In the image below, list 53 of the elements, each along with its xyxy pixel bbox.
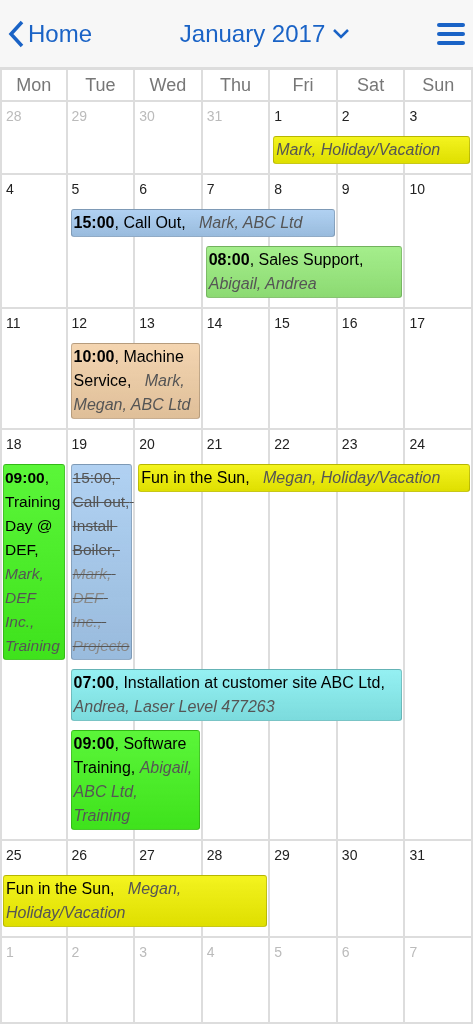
event[interactable]: 09:00, Software Training, Abigail, ABC Ltd, Training (70, 730, 200, 830)
month-selector[interactable]: January 2017 (179, 15, 350, 52)
weekday-header: Thu (202, 70, 271, 100)
day-number[interactable]: 25 (2, 841, 66, 864)
day-number[interactable]: 19 (67, 430, 134, 453)
weekday-header: Fri (270, 70, 338, 100)
day-number[interactable]: 10 (405, 175, 471, 198)
day-number[interactable]: 31 (405, 841, 471, 864)
day-number[interactable]: 14 (202, 309, 269, 332)
event[interactable]: 15:00, Call out, Install Boiler, Mark, DEF Inc., Projecto (70, 464, 133, 660)
event[interactable]: 08:00, Sales Support, Abigail, Andrea (205, 246, 403, 298)
day-number[interactable]: 24 (405, 430, 471, 453)
day-number[interactable]: 27 (135, 841, 201, 864)
day-number[interactable]: 23 (337, 430, 404, 453)
day-number[interactable]: 1 (270, 102, 336, 125)
day-number[interactable]: 8 (270, 175, 336, 198)
day-number[interactable]: 3 (405, 102, 471, 125)
back-button[interactable]: Home (0, 15, 93, 52)
weekday-header: Wed (135, 70, 203, 100)
day-number[interactable]: 12 (67, 309, 134, 332)
day-number[interactable]: 26 (67, 841, 134, 864)
event[interactable]: Mark, Holiday/Vacation (273, 136, 470, 164)
day-number[interactable]: 20 (135, 430, 201, 453)
weekday-header: Mon (0, 70, 68, 100)
day-number[interactable]: 2 (337, 102, 404, 125)
day-number[interactable]: 7 (202, 175, 269, 198)
day-number[interactable]: 28 (202, 841, 269, 864)
event[interactable]: 10:00, Machine Service, Mark, Megan, ABC Ltd (70, 343, 200, 419)
event[interactable]: 09:00, Training Day @ DEF, Mark, DEF Inc., Training (3, 464, 65, 660)
day-number[interactable]: 16 (337, 309, 404, 332)
menu-icon (437, 21, 465, 46)
day-number[interactable]: 9 (337, 175, 404, 198)
day-number[interactable]: 29 (270, 841, 336, 864)
day-number[interactable]: 22 (270, 430, 336, 453)
weekday-header: Tue (67, 70, 136, 100)
weekday-header: Sun (405, 70, 473, 100)
day-number[interactable]: 11 (2, 309, 66, 332)
event[interactable]: Fun in the Sun, Megan, Holiday/Vacation (138, 464, 470, 492)
day-number[interactable]: 17 (405, 309, 471, 332)
event[interactable]: 07:00, Installation at customer site ABC Ltd, Andrea, Laser Level 477263 (70, 669, 403, 721)
day-number[interactable]: 15 (270, 309, 336, 332)
chevron-down-icon (333, 28, 350, 39)
day-number[interactable]: 13 (135, 309, 201, 332)
weekday-header: Sat (337, 70, 406, 100)
day-number[interactable]: 6 (135, 175, 201, 198)
day-number[interactable]: 30 (337, 841, 404, 864)
day-number[interactable]: 18 (2, 430, 66, 453)
day-number[interactable]: 21 (202, 430, 269, 453)
event[interactable]: Fun in the Sun, Megan, Holiday/Vacation (3, 875, 268, 927)
day-number[interactable]: 4 (2, 175, 66, 198)
event[interactable]: 15:00, Call Out, Mark, ABC Ltd (70, 209, 335, 237)
back-chevron-icon (8, 19, 24, 48)
day-number[interactable]: 5 (67, 175, 134, 198)
